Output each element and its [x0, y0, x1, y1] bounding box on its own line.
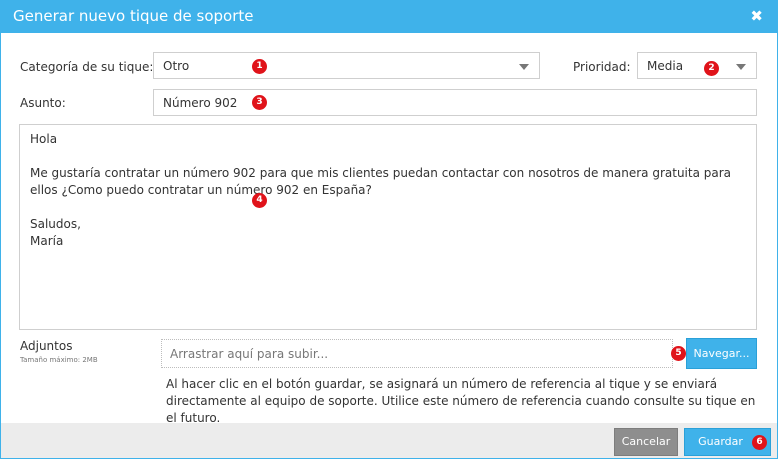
message-line: Me gustaría contratar un número 902 para…	[30, 166, 732, 197]
subject-input-value: Número 902	[163, 96, 238, 110]
dialog-title: Generar nuevo tique de soporte	[13, 7, 254, 25]
chevron-down-icon	[736, 64, 746, 70]
priority-label: Prioridad:	[573, 60, 631, 74]
category-select[interactable]: Otro	[153, 52, 540, 79]
attachments-label: Adjuntos	[20, 339, 73, 353]
category-label: Categoría de su tique:	[20, 60, 154, 74]
attachments-dropzone[interactable]: Arrastrar aquí para subir...	[161, 339, 673, 368]
message-line: Hola	[30, 132, 58, 146]
category-select-value: Otro	[163, 59, 190, 73]
annotation-badge-4: 4	[252, 193, 267, 208]
cancel-button[interactable]: Cancelar	[614, 428, 678, 456]
annotation-badge-5: 5	[671, 346, 686, 361]
close-icon[interactable]: ✖	[750, 7, 763, 25]
attachments-max-size: Tamaño máximo: 2MB	[20, 356, 98, 364]
chevron-down-icon	[519, 64, 529, 70]
subject-label: Asunto:	[20, 96, 66, 110]
reference-notice: Al hacer clic en el botón guardar, se as…	[166, 377, 756, 425]
priority-select-value: Media	[647, 59, 684, 73]
dialog-titlebar: Generar nuevo tique de soporte ✖	[1, 1, 777, 33]
annotation-badge-1: 1	[252, 59, 267, 74]
subject-input[interactable]: Número 902	[153, 89, 757, 116]
message-textarea[interactable]: Hola Me gustaría contratar un número 902…	[19, 124, 757, 330]
annotation-badge-6: 6	[752, 435, 767, 450]
message-line: María	[30, 234, 64, 248]
annotation-badge-3: 3	[252, 95, 267, 110]
message-line: Saludos,	[30, 217, 81, 231]
support-ticket-dialog: Generar nuevo tique de soporte ✖ Categor…	[0, 0, 778, 459]
priority-select[interactable]: Media	[637, 52, 757, 79]
browse-button[interactable]: Navegar...	[686, 338, 757, 369]
dropzone-placeholder: Arrastrar aquí para subir...	[170, 347, 329, 361]
annotation-badge-2: 2	[704, 61, 719, 76]
